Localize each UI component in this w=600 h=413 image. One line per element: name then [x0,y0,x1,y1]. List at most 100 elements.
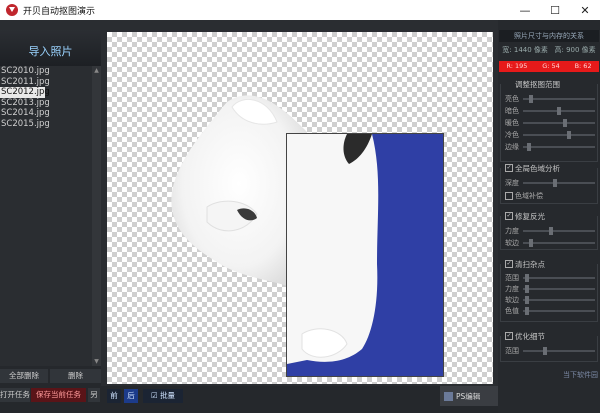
file-list-item[interactable]: SC2011.jpg [0,77,92,88]
edge-slider[interactable] [523,143,595,151]
slider-label: 力度 [505,227,519,235]
slider-thumb[interactable] [529,239,533,247]
color-analysis-title: 全局色域分析 [515,164,560,173]
right-panel: 照片尺寸与内存的关系 宽: 1440 像素 高: 900 像素 R: 195 G… [498,20,600,413]
title-bar: 开贝自动抠图演示 — ☐ ✕ [0,0,600,20]
warm-slider[interactable] [523,119,595,127]
repair-force-slider[interactable] [523,227,595,235]
save-current-task-button[interactable]: 保存当前任务 [31,388,86,402]
slider-thumb[interactable] [527,143,531,151]
detail-checkbox[interactable]: ✓ [505,332,513,340]
slider-label: 软边 [505,239,519,247]
slider-thumb[interactable] [529,95,533,103]
close-button[interactable]: ✕ [570,0,600,20]
rabbit-photo [287,134,379,364]
before-button[interactable]: 前 [107,389,121,403]
rgb-r: R: 195 [506,62,528,70]
minimize-button[interactable]: — [510,0,540,20]
ps-icon [444,391,453,401]
repair-title: 修复反光 [515,212,545,221]
clean-soft-slider[interactable] [523,296,595,304]
slider-thumb[interactable] [525,285,529,293]
slider-label: 范围 [505,347,519,355]
batch-label: 批量 [160,391,176,400]
cool-slider[interactable] [523,131,595,139]
clean-noise-section: ✓ 清扫杂点 范围 力度 软边 色值 [500,260,598,322]
slider-thumb[interactable] [549,227,553,235]
slider-row-soft: 软边 [505,295,597,305]
scroll-up-icon[interactable]: ▲ [93,67,100,74]
slider-label: 亮色 [505,95,519,103]
after-button[interactable]: 后 [124,389,138,403]
delete-button[interactable]: 删除 [50,369,101,383]
file-list-item-selected[interactable]: SC2012.jpg [0,87,50,98]
clean-range-slider[interactable] [523,274,595,282]
slider-row-depth: 深度 [505,178,597,188]
open-task-button[interactable]: 打开任务 [0,388,30,402]
watermark: 当下软件园 [563,371,598,379]
repair-checkbox[interactable]: ✓ [505,212,513,220]
slider-thumb[interactable] [543,347,547,355]
batch-checkbox-icon: ☑ [150,391,158,400]
clean-checkbox[interactable]: ✓ [505,260,513,268]
slider-label: 冷色 [505,131,519,139]
image-height: 高: 900 像素 [554,46,596,54]
slider-thumb[interactable] [525,296,529,304]
color-compensate-checkbox[interactable] [505,192,513,200]
slider-row-bright: 亮色 [505,94,597,104]
color-analysis-section: ✓ 全局色域分析 深度 色域补偿 [500,164,598,204]
bright-slider[interactable] [523,95,595,103]
file-list-item[interactable]: SC2013.jpg [0,98,92,109]
window-title: 开贝自动抠图演示 [23,6,96,17]
image-width: 宽: 1440 像素 [502,46,548,54]
dark-slider[interactable] [523,107,595,115]
delete-all-button[interactable]: 全部删除 [0,369,48,383]
slider-row-edge: 边缘 [505,142,597,152]
file-list-item[interactable]: SC2015.jpg [0,119,92,130]
ps-edit-button[interactable]: PS编辑 [440,386,498,406]
slider-label: 暗色 [505,107,519,115]
slider-row-warm: 暖色 [505,118,597,128]
slider-label: 深度 [505,179,519,187]
file-list-item[interactable]: SC2014.jpg [0,108,92,119]
batch-button[interactable]: ☑ 批量 [143,389,183,403]
slider-thumb[interactable] [563,119,567,127]
slider-thumb[interactable] [557,107,561,115]
scroll-down-icon[interactable]: ▼ [93,358,100,365]
file-list-scrollbar[interactable]: ▲ ▼ [92,66,101,366]
depth-slider[interactable] [523,179,595,187]
slider-row-force: 力度 [505,226,597,236]
detail-range-slider[interactable] [523,347,595,355]
slider-label: 范围 [505,274,519,282]
slider-row-cool: 冷色 [505,130,597,140]
app-logo-icon [6,4,18,16]
file-list-item[interactable]: SC2010.jpg [0,66,92,77]
image-size-readout: 宽: 1440 像素 高: 900 像素 [499,45,599,56]
maximize-button[interactable]: ☐ [540,0,570,20]
slider-row-range: 范围 [505,273,597,283]
slider-row-force: 力度 [505,284,597,294]
slider-thumb[interactable] [525,274,529,282]
slider-thumb[interactable] [525,307,529,315]
clean-color-slider[interactable] [523,307,595,315]
rgb-b: B: 62 [574,62,592,70]
slider-row-color: 色值 [505,306,597,316]
save-as-button[interactable]: 另 [88,388,100,402]
transparent-canvas[interactable] [107,32,493,384]
slider-thumb[interactable] [567,131,571,139]
ps-edit-label: PS编辑 [456,391,481,401]
repair-soft-slider[interactable] [523,239,595,247]
rgb-readout: R: 195 G: 54 B: 62 [499,61,599,72]
original-photo-preview[interactable] [286,133,444,377]
slider-label: 边缘 [505,143,519,151]
clean-title: 清扫杂点 [515,260,545,269]
file-list: SC2010.jpg SC2011.jpg SC2012.jpg SC2013.… [0,66,92,366]
clean-force-slider[interactable] [523,285,595,293]
slider-label: 软边 [505,296,519,304]
slider-label: 暖色 [505,119,519,127]
slider-label: 色值 [505,307,519,315]
rgb-g: G: 54 [542,62,560,70]
slider-thumb[interactable] [553,179,557,187]
left-panel: 导入照片 SC2010.jpg SC2011.jpg SC2012.jpg SC… [0,20,101,413]
color-analysis-checkbox[interactable]: ✓ [505,164,513,172]
